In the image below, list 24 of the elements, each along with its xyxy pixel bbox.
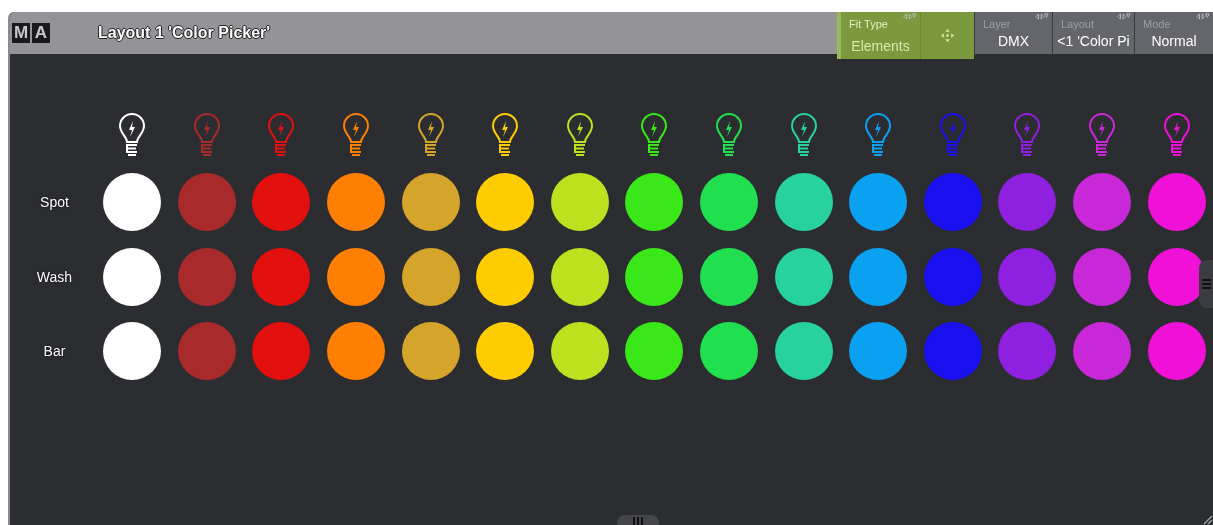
color-swatch[interactable] bbox=[1073, 247, 1131, 306]
row-label: Spot bbox=[40, 194, 69, 211]
color-swatch[interactable] bbox=[1073, 173, 1131, 232]
dropdown-indicator-icon bbox=[1117, 13, 1131, 20]
move-arrows-icon bbox=[940, 28, 955, 43]
row-label: Bar bbox=[43, 343, 66, 360]
logo-letter: A bbox=[32, 23, 50, 43]
dropdown-indicator-icon bbox=[1035, 13, 1049, 20]
toolbar-value: Normal bbox=[1151, 33, 1197, 49]
bottom-handle[interactable] bbox=[617, 515, 659, 525]
toolbar-value: DMX bbox=[997, 33, 1030, 49]
toolbar-value: Elements bbox=[851, 38, 910, 54]
toolbar-value: <1 'Color Pi bbox=[1057, 33, 1130, 49]
toolbar-label: Fit Type bbox=[849, 18, 888, 30]
row-label: Wash bbox=[36, 268, 73, 285]
resize-grip-icon[interactable] bbox=[1201, 513, 1213, 525]
logo-letter: M bbox=[12, 23, 30, 43]
toolbar-label: Mode bbox=[1143, 18, 1171, 30]
color-swatch[interactable] bbox=[1073, 322, 1131, 381]
window-title: Layout 1 'Color Picker' bbox=[98, 24, 271, 42]
dropdown-indicator-icon bbox=[1196, 13, 1210, 20]
dropdown-indicator-icon bbox=[903, 13, 917, 20]
toolbar-button[interactable]: Mode Normal bbox=[1134, 12, 1213, 54]
side-handle[interactable] bbox=[1199, 260, 1213, 308]
